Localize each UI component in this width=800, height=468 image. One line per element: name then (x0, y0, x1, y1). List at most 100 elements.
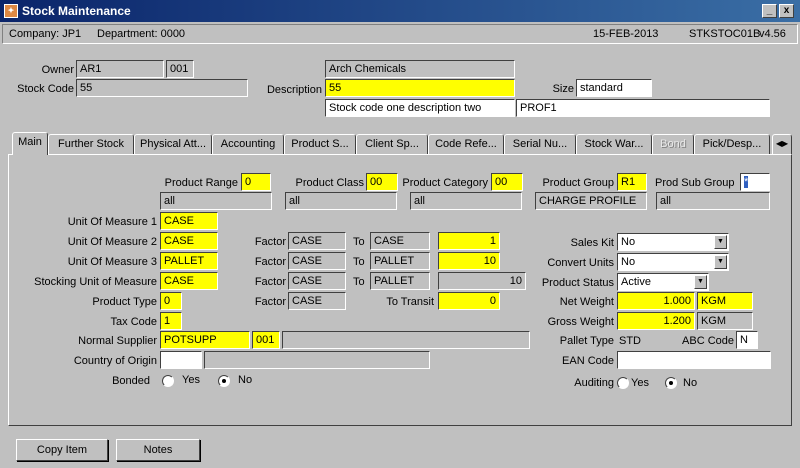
to-transit-field[interactable]: 0 (438, 292, 500, 310)
supplier-code-field[interactable]: 001 (252, 331, 280, 349)
gross-weight-unit-field: KGM (697, 312, 753, 330)
bonded-yes-label: Yes (182, 374, 200, 386)
factor2-value-field[interactable]: 1 (438, 232, 500, 250)
ean-code-field[interactable] (617, 351, 771, 369)
company-text: Company: JP1 (9, 28, 82, 40)
uom3-label: Unit Of Measure 3 (67, 256, 157, 268)
close-button[interactable]: x (779, 4, 794, 18)
sales-kit-select[interactable]: No ▼ (617, 233, 729, 251)
chevron-down-icon[interactable]: ▼ (694, 275, 707, 289)
convert-units-label: Convert Units (547, 257, 614, 269)
prod-sub-group-label: Prod Sub Group (655, 177, 735, 189)
department-text: Department: 0000 (97, 28, 186, 40)
factor2-from-field: CASE (288, 232, 346, 250)
net-weight-unit-field[interactable]: KGM (697, 292, 753, 310)
auditing-no-radio[interactable] (665, 377, 677, 389)
product-status-label: Product Status (541, 277, 614, 289)
bonded-yes-radio[interactable] (162, 375, 174, 387)
product-group-field[interactable]: R1 (617, 173, 647, 191)
product-type-label: Product Type (92, 296, 157, 308)
tab-scroll-arrows-icon[interactable]: ◀▶ (772, 134, 792, 154)
uom2-field[interactable]: CASE (160, 232, 218, 250)
pallet-type-label: Pallet Type (559, 335, 614, 347)
prod-sub-group-field[interactable]: * (740, 173, 770, 191)
notes-button[interactable]: Notes (116, 439, 200, 461)
factor-stock-to-field: PALLET (370, 272, 430, 290)
product-category-label: Product Category (402, 177, 488, 189)
country-of-origin-field[interactable] (160, 351, 202, 369)
tab-further-stock[interactable]: Further Stock (48, 134, 134, 154)
auditing-yes-radio[interactable] (617, 377, 629, 389)
factor3-from-field: CASE (288, 252, 346, 270)
factor2-to-field: CASE (370, 232, 430, 250)
factor-transit-from-field: CASE (288, 292, 346, 310)
supplier-name-field (282, 331, 530, 349)
to3-label: To (353, 256, 365, 268)
pallet-type-value: STD (619, 335, 641, 347)
product-range-field[interactable]: 0 (241, 173, 271, 191)
product-range-label: Product Range (164, 177, 238, 189)
minimize-button[interactable]: _ (762, 4, 777, 18)
title-bar: ✦ Stock Maintenance _ x (0, 0, 800, 22)
country-name-field (204, 351, 430, 369)
description2-field[interactable]: Stock code one description two (325, 99, 515, 117)
stock-code-field[interactable]: 55 (76, 79, 248, 97)
net-weight-label: Net Weight (559, 296, 614, 308)
product-category-desc: all (410, 192, 522, 210)
tax-code-field[interactable]: 1 (160, 312, 182, 330)
tab-bond: Bond (652, 134, 694, 154)
to-transit-label: To Transit (386, 296, 434, 308)
stocking-uom-field[interactable]: CASE (160, 272, 218, 290)
tab-client-sp[interactable]: Client Sp... (356, 134, 428, 154)
gross-weight-field[interactable]: 1.200 (617, 312, 695, 330)
factor3-value-field[interactable]: 10 (438, 252, 500, 270)
normal-supplier-field[interactable]: POTSUPP (160, 331, 250, 349)
date-text: 15-FEB-2013 (593, 28, 659, 40)
tab-main[interactable]: Main (12, 132, 48, 155)
abc-code-field[interactable]: N (736, 331, 758, 349)
form-id-text: STKSTOC01B (689, 28, 761, 40)
tab-physical-attributes[interactable]: Physical Att... (134, 134, 212, 154)
product-category-field[interactable]: 00 (491, 173, 523, 191)
tab-product-s[interactable]: Product S... (284, 134, 356, 154)
convert-units-value: No (621, 256, 636, 268)
product-status-select[interactable]: Active ▼ (617, 273, 709, 291)
owner-code-field[interactable]: 001 (166, 60, 194, 78)
tab-stock-warehouse[interactable]: Stock War... (576, 134, 652, 154)
uom1-label: Unit Of Measure 1 (67, 216, 157, 228)
tab-strip: Main Further Stock Physical Att... Accou… (8, 132, 792, 155)
product-group-label: Product Group (542, 177, 614, 189)
app-icon: ✦ (4, 4, 18, 18)
ean-code-label: EAN Code (562, 355, 614, 367)
copy-item-button[interactable]: Copy Item (16, 439, 108, 461)
chevron-down-icon[interactable]: ▼ (714, 235, 727, 249)
convert-units-select[interactable]: No ▼ (617, 253, 729, 271)
bonded-no-radio[interactable] (218, 375, 230, 387)
description-label: Description (266, 84, 322, 96)
tab-pick-despatch[interactable]: Pick/Desp... (694, 134, 770, 154)
stock-code-label: Stock Code (17, 83, 74, 95)
tab-code-references[interactable]: Code Refe... (428, 134, 504, 154)
window-title: Stock Maintenance (22, 4, 131, 18)
owner-label: Owner (41, 64, 74, 76)
profile-field[interactable]: PROF1 (516, 99, 770, 117)
net-weight-field[interactable]: 1.000 (617, 292, 695, 310)
gross-weight-label: Gross Weight (547, 316, 614, 328)
tab-serial-numbers[interactable]: Serial Nu... (504, 134, 576, 154)
to2-label: To (353, 236, 365, 248)
uom1-field[interactable]: CASE (160, 212, 218, 230)
uom2-label: Unit Of Measure 2 (67, 236, 157, 248)
auditing-label: Auditing (574, 377, 614, 389)
sales-kit-value: No (621, 236, 636, 248)
tab-accounting[interactable]: Accounting (212, 134, 284, 154)
bonded-label: Bonded (112, 375, 150, 387)
owner-field[interactable]: AR1 (76, 60, 164, 78)
uom3-field[interactable]: PALLET (160, 252, 218, 270)
size-label: Size (552, 83, 574, 95)
product-type-field[interactable]: 0 (160, 292, 182, 310)
chevron-down-icon[interactable]: ▼ (714, 255, 727, 269)
product-class-field[interactable]: 00 (366, 173, 398, 191)
prod-sub-group-desc: all (656, 192, 770, 210)
size-field[interactable]: standard (576, 79, 652, 97)
description-field[interactable]: 55 (325, 79, 515, 97)
